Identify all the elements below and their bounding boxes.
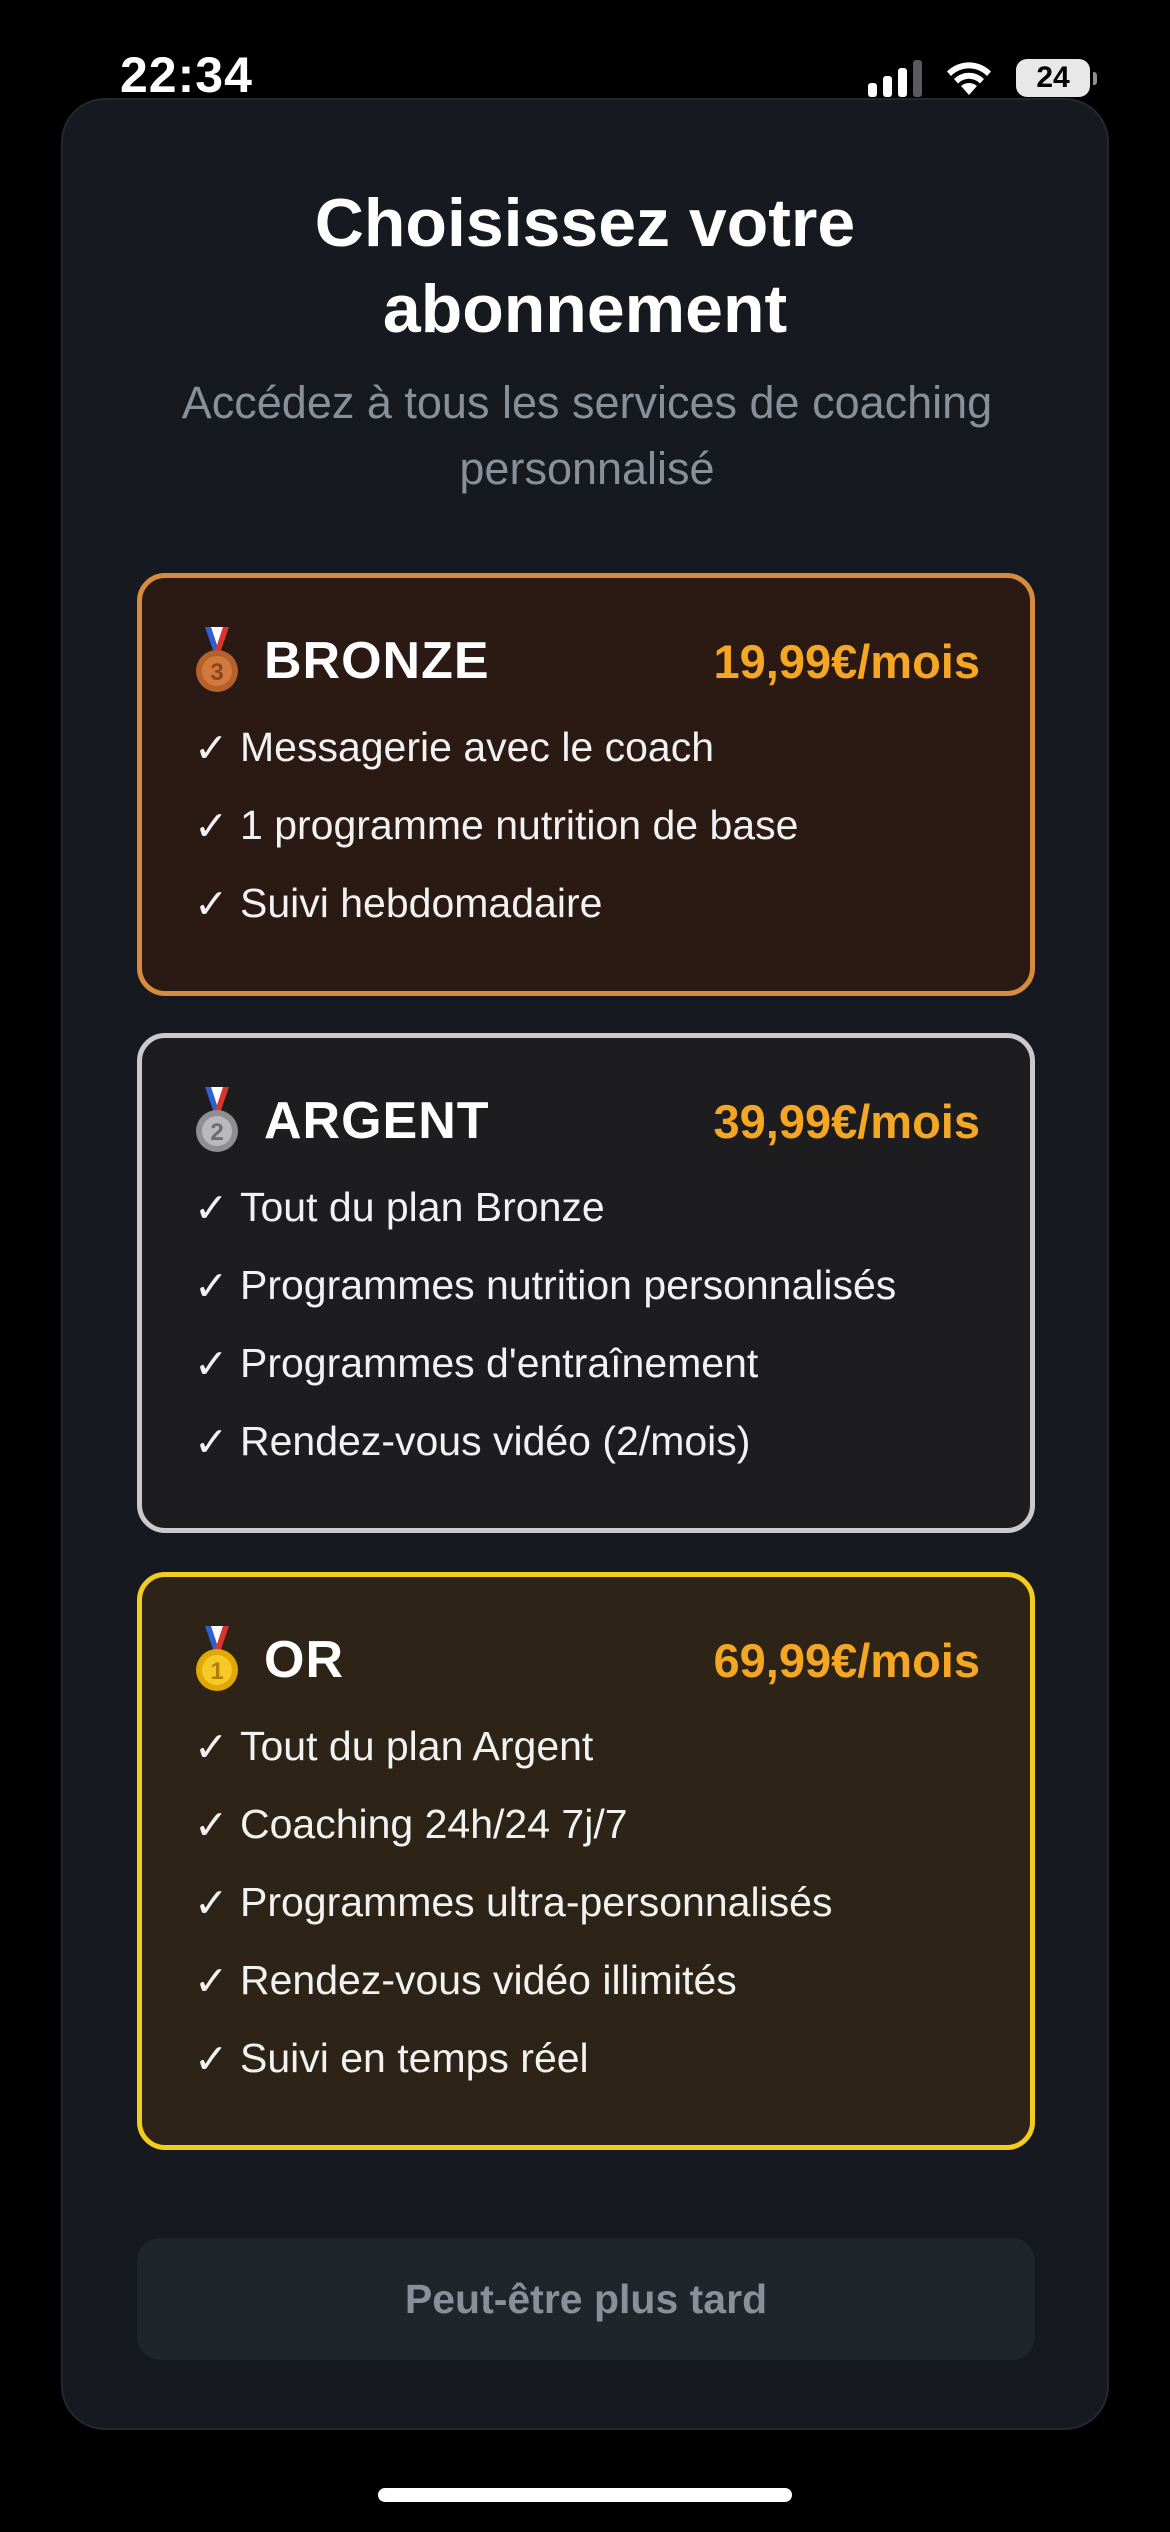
feature-text: Tout du plan Bronze [240,1184,605,1230]
bronze-medal-icon: 3 [192,627,242,695]
feature-text: Suivi hebdomadaire [240,880,603,926]
subscription-sheet: Choisissez votre abonnement Accédez à to… [61,98,1109,2430]
plan-price: 39,99€/mois [713,1094,980,1148]
feature-item: ✓ Programmes ultra-personnalisés [194,1879,990,1957]
feature-list: ✓ Tout du plan Argent ✓ Coaching 24h/24 7j… [194,1723,990,2113]
plan-name-wrap: 2 ARGENT [192,1087,490,1155]
feature-item: ✓ Tout du plan Argent [194,1723,990,1801]
battery-icon: 24 [1016,59,1097,97]
plan-name-wrap: 3 BRONZE [192,627,490,695]
feature-text: 1 programme nutrition de base [240,802,799,848]
feature-item: ✓ Rendez-vous vidéo (2/mois) [194,1418,990,1496]
plan-card-or[interactable]: 1 OR 69,99€/mois ✓ Tout du plan Argent ✓ C… [137,1572,1035,2150]
feature-text: Coaching 24h/24 7j/7 [240,1801,628,1847]
feature-text: Programmes d'entraînement [240,1340,759,1386]
feature-text: Suivi en temps réel [240,2035,589,2081]
check-icon: ✓ [194,1419,229,1465]
check-icon: ✓ [194,1958,229,2004]
signal-icon [868,59,922,97]
feature-item: ✓ Coaching 24h/24 7j/7 [194,1801,990,1879]
home-indicator[interactable] [378,2488,792,2502]
check-icon: ✓ [194,1724,229,1770]
feature-text: Programmes nutrition personnalisés [240,1262,897,1308]
plan-header: 3 BRONZE 19,99€/mois [192,626,980,696]
feature-list: ✓ Tout du plan Bronze ✓ Programmes nutriti… [194,1184,990,1496]
feature-text: Programmes ultra-personnalisés [240,1879,833,1925]
check-icon: ✓ [194,803,229,849]
feature-item: ✓ Programmes d'entraînement [194,1340,990,1418]
battery-level: 24 [1036,61,1070,94]
feature-text: Rendez-vous vidéo (2/mois) [240,1418,751,1464]
silver-medal-icon: 2 [192,1087,242,1155]
feature-item: ✓ Tout du plan Bronze [194,1184,990,1262]
page-title-line-2: abonnement [382,271,788,347]
feature-list: ✓ Messagerie avec le coach ✓ 1 programme n… [194,724,990,958]
plan-card-bronze[interactable]: 3 BRONZE 19,99€/mois ✓ Messagerie avec le… [137,573,1035,996]
page-title: Choisissez votre abonnement [63,180,1107,352]
check-icon: ✓ [194,725,229,771]
feature-item: ✓ Messagerie avec le coach [194,724,990,802]
svg-text:3: 3 [210,659,223,686]
plan-price: 19,99€/mois [713,634,980,688]
feature-item: ✓ Suivi en temps réel [194,2035,990,2113]
check-icon: ✓ [194,881,229,927]
plan-name: OR [264,1631,344,1689]
page-subtitle: Accédez à tous les services de coaching … [181,377,993,494]
svg-text:1: 1 [210,1658,223,1685]
plan-header: 1 OR 69,99€/mois [192,1625,980,1695]
feature-item: ✓ Programmes nutrition personnalisés [194,1262,990,1340]
check-icon: ✓ [194,1341,229,1387]
wifi-icon [944,59,994,97]
feature-text: Rendez-vous vidéo illimités [240,1957,737,2003]
feature-text: Tout du plan Argent [240,1723,594,1769]
plan-name-wrap: 1 OR [192,1626,344,1694]
plan-name: BRONZE [264,632,490,690]
plan-price: 69,99€/mois [713,1633,980,1687]
feature-item: ✓ Suivi hebdomadaire [194,880,990,958]
status-icons: 24 [868,56,1097,100]
plan-card-argent[interactable]: 2 ARGENT 39,99€/mois ✓ Tout du plan Bronz… [137,1033,1035,1533]
gold-medal-icon: 1 [192,1626,242,1694]
feature-text: Messagerie avec le coach [240,724,715,770]
page-title-line-1: Choisissez votre [314,185,856,261]
check-icon: ✓ [194,1185,229,1231]
feature-item: ✓ 1 programme nutrition de base [194,802,990,880]
feature-item: ✓ Rendez-vous vidéo illimités [194,1957,990,2035]
check-icon: ✓ [194,1880,229,1926]
plan-header: 2 ARGENT 39,99€/mois [192,1086,980,1156]
check-icon: ✓ [194,2036,229,2082]
svg-text:2: 2 [210,1119,223,1146]
plan-name: ARGENT [264,1092,490,1150]
check-icon: ✓ [194,1802,229,1848]
check-icon: ✓ [194,1263,229,1309]
maybe-later-button[interactable]: Peut-être plus tard [137,2238,1035,2360]
status-time: 22:34 [120,47,253,103]
